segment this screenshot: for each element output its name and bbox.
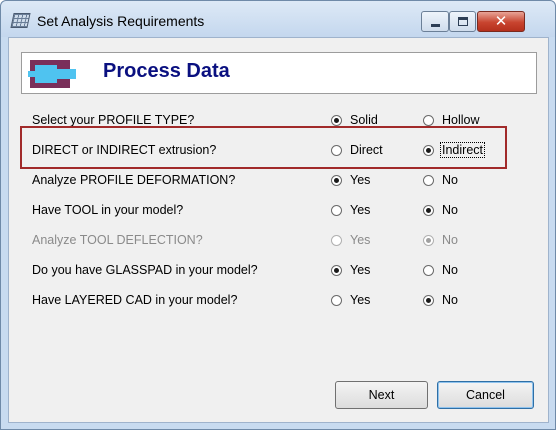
- radio-button[interactable]: [423, 265, 434, 276]
- maximize-icon: [458, 17, 468, 26]
- close-button[interactable]: ✕: [477, 11, 525, 32]
- question-label: Analyze PROFILE DEFORMATION?: [32, 173, 236, 187]
- question-label: Analyze TOOL DEFLECTION?: [32, 233, 203, 247]
- radio-button[interactable]: [423, 175, 434, 186]
- extrusion-press-icon: [28, 60, 76, 88]
- radio-button[interactable]: [331, 295, 342, 306]
- option-label: Yes: [350, 263, 371, 277]
- option-label: No: [442, 233, 458, 247]
- header-panel: Process Data: [21, 52, 537, 94]
- cancel-button[interactable]: Cancel: [437, 381, 534, 409]
- option-label: Yes: [350, 233, 371, 247]
- option-label: Hollow: [442, 113, 480, 127]
- question-label: Do you have GLASSPAD in your model?: [32, 263, 258, 277]
- option-label: No: [442, 293, 458, 307]
- question-label: Select your PROFILE TYPE?: [32, 113, 195, 127]
- radio-button: [423, 235, 434, 246]
- question-row-profile-deformation: Analyze PROFILE DEFORMATION? Yes No: [9, 170, 550, 190]
- window-title: Set Analysis Requirements: [37, 13, 205, 29]
- radio-button[interactable]: [423, 295, 434, 306]
- radio-button: [331, 235, 342, 246]
- highlight-box: [20, 126, 507, 169]
- radio-button[interactable]: [423, 115, 434, 126]
- radio-button[interactable]: [331, 115, 342, 126]
- question-label: Have TOOL in your model?: [32, 203, 184, 217]
- radio-button[interactable]: [331, 265, 342, 276]
- option-label: No: [442, 203, 458, 217]
- app-grid-icon: [10, 13, 31, 28]
- radio-button[interactable]: [331, 175, 342, 186]
- option-label: Yes: [350, 203, 371, 217]
- maximize-button[interactable]: [449, 11, 476, 32]
- question-row-glasspad: Do you have GLASSPAD in your model? Yes …: [9, 260, 550, 280]
- title-bar[interactable]: Set Analysis Requirements ✕: [1, 1, 555, 37]
- option-label: No: [442, 263, 458, 277]
- option-label: Yes: [350, 173, 371, 187]
- dialog-body: Process Data Select your PROFILE TYPE? S…: [8, 37, 549, 423]
- question-label: Have LAYERED CAD in your model?: [32, 293, 238, 307]
- option-label: Solid: [350, 113, 378, 127]
- radio-button[interactable]: [423, 205, 434, 216]
- close-icon: ✕: [494, 12, 508, 30]
- next-button[interactable]: Next: [335, 381, 428, 409]
- option-label: No: [442, 173, 458, 187]
- dialog-window: Set Analysis Requirements ✕ Process Data…: [0, 0, 556, 430]
- question-row-tool: Have TOOL in your model? Yes No: [9, 200, 550, 220]
- question-row-layered-cad: Have LAYERED CAD in your model? Yes No: [9, 290, 550, 310]
- minimize-icon: [431, 24, 440, 27]
- question-row-tool-deflection: Analyze TOOL DEFLECTION? Yes No: [9, 230, 550, 250]
- radio-button[interactable]: [331, 205, 342, 216]
- minimize-button[interactable]: [421, 11, 449, 32]
- option-label: Yes: [350, 293, 371, 307]
- page-title: Process Data: [103, 60, 230, 82]
